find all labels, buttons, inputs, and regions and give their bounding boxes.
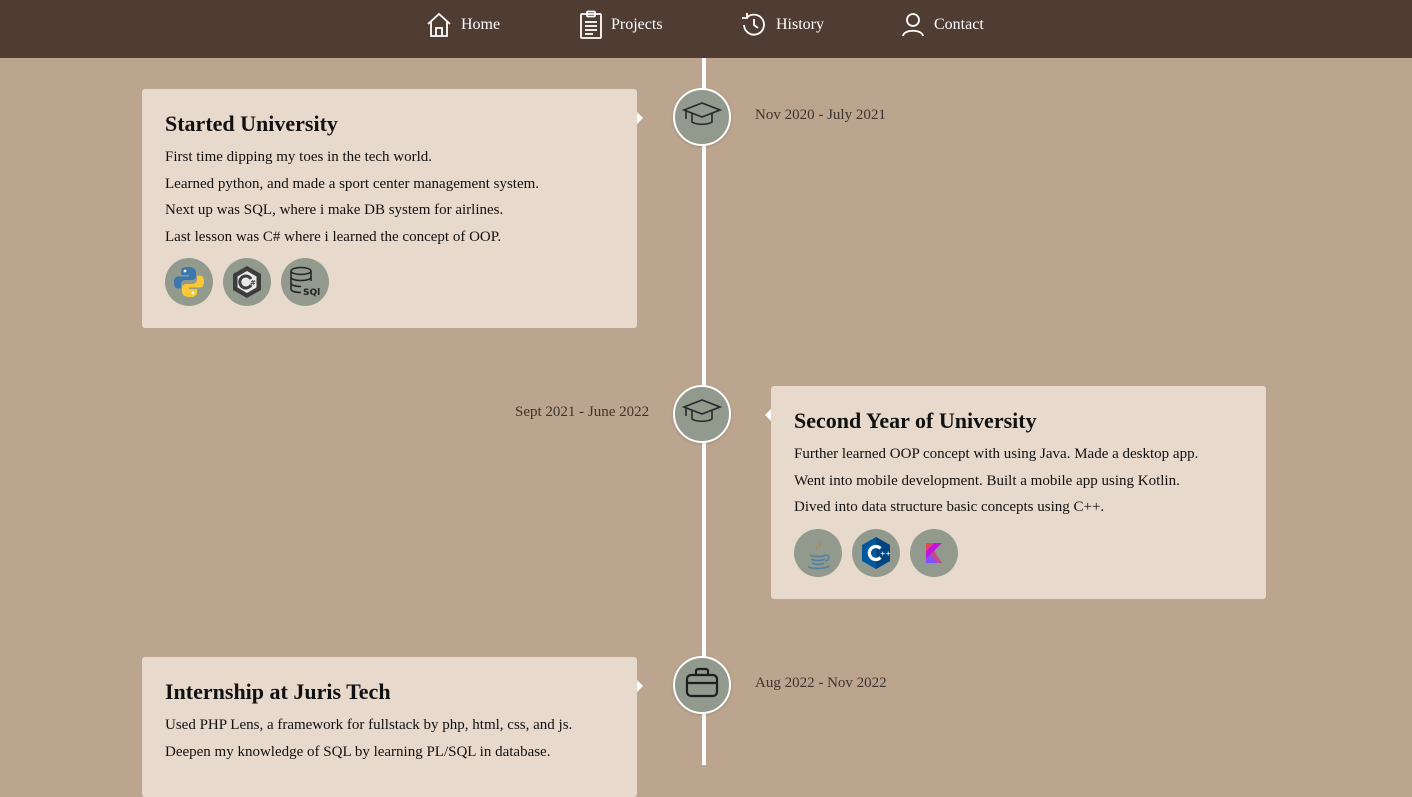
card-title: Internship at Juris Tech xyxy=(165,679,391,704)
timeline-date-2: Sept 2021 - June 2022 xyxy=(515,404,650,420)
home-icon xyxy=(425,11,453,39)
top-nav: Home Projects History Contact xyxy=(0,0,1412,58)
card-line: Further learned OOP concept with using J… xyxy=(794,446,1199,462)
card-line: Went into mobile development. Built a mo… xyxy=(794,472,1180,489)
card-line: Dived into data structure basic concepts… xyxy=(794,499,1105,515)
card-line: First time dipping my toes in the tech w… xyxy=(165,149,433,165)
timeline-node-1 xyxy=(673,88,731,146)
svg-text:++: ++ xyxy=(880,549,891,557)
nav-contact-label: Contact xyxy=(934,16,984,33)
timeline-node-2 xyxy=(673,385,731,443)
tech-list: ++ xyxy=(794,528,1243,577)
history-icon xyxy=(738,11,768,39)
csharp-icon: # xyxy=(223,258,271,306)
nav-history[interactable]: History xyxy=(738,0,824,50)
timeline-date-3: Aug 2022 - Nov 2022 xyxy=(755,675,887,691)
java-icon xyxy=(794,528,842,577)
card-line: Used PHP Lens, a framework for fullstack… xyxy=(165,717,573,733)
card-title: Second Year of University xyxy=(794,408,1037,433)
svg-text:#: # xyxy=(250,279,256,287)
card-line: Deepen my knowledge of SQL by learning P… xyxy=(165,743,551,760)
python-icon xyxy=(165,258,213,306)
tech-list: # SQl xyxy=(165,258,614,306)
kotlin-icon xyxy=(910,528,958,577)
sql-icon: SQl xyxy=(281,258,329,306)
card-line: Next up was SQL, where i make DB system … xyxy=(165,202,504,218)
graduation-cap-icon xyxy=(681,396,723,433)
card-title: Started University xyxy=(165,111,338,136)
timeline-card-1: Started University First time dipping my… xyxy=(142,89,643,328)
card-line: Learned python, and made a sport center … xyxy=(165,175,540,192)
nav-projects[interactable]: Projects xyxy=(579,0,663,50)
graduation-cap-icon xyxy=(681,99,723,136)
user-icon xyxy=(902,12,926,38)
cpp-icon: ++ xyxy=(852,528,900,577)
timeline-card-3: Internship at Juris Tech Used PHP Lens, … xyxy=(142,657,643,797)
timeline-date-1: Nov 2020 - July 2021 xyxy=(755,107,886,123)
nav-history-label: History xyxy=(776,16,824,33)
card-line: Last lesson was C# where i learned the c… xyxy=(165,228,502,245)
briefcase-icon xyxy=(684,666,720,705)
nav-home[interactable]: Home xyxy=(425,0,500,50)
timeline-node-3 xyxy=(673,656,731,714)
timeline-card-2: Second Year of University Further learne… xyxy=(765,386,1266,599)
nav-projects-label: Projects xyxy=(611,16,663,33)
clipboard-icon xyxy=(579,10,603,40)
nav-home-label: Home xyxy=(461,16,501,33)
svg-text:SQl: SQl xyxy=(303,288,320,298)
nav-contact[interactable]: Contact xyxy=(902,0,984,50)
